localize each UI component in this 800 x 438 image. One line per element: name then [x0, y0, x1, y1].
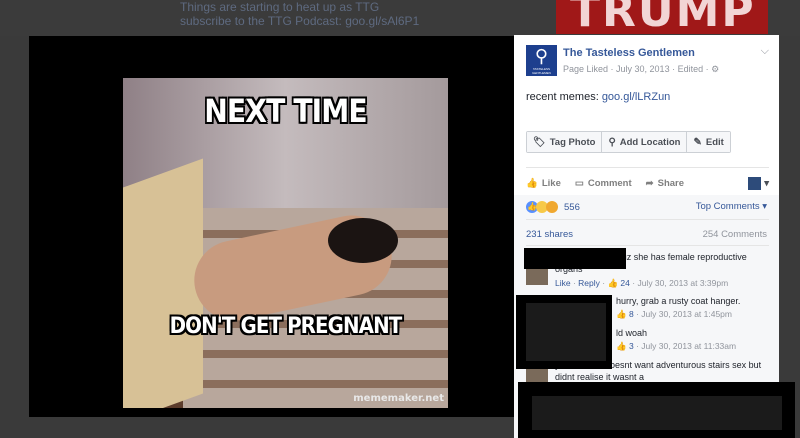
reactions-summary[interactable]: 👍 556: [526, 201, 580, 213]
add-location-button[interactable]: ⚲ Add Location: [602, 132, 688, 152]
photo-actions: 🏷 Tag Photo ⚲ Add Location ✎ Edit: [526, 131, 731, 153]
caption-link[interactable]: goo.gl/lLRZun: [602, 91, 671, 103]
tag-photo-label: Tag Photo: [549, 136, 596, 148]
like-count-icon: 👍: [607, 278, 619, 288]
top-comments-dropdown[interactable]: Top Comments ▾: [696, 201, 767, 212]
comment-like-count: 24: [620, 278, 630, 288]
background-line-1: Things are starting to heat up as TTG: [180, 0, 380, 14]
photo-railing: [123, 158, 203, 408]
like-count-icon: 👍: [616, 341, 627, 351]
comment-time[interactable]: July 30, 2013 at 1:45pm: [641, 309, 732, 319]
redaction-box: [524, 248, 626, 269]
post-meta: Page Liked · July 30, 2013 · Edited · ⚙: [563, 64, 719, 75]
like-label: Like: [541, 177, 561, 189]
comment-meta: Like · Reply · 👍 24 · July 30, 2013 at 3…: [555, 278, 729, 288]
comment-time[interactable]: July 30, 2013 at 3:39pm: [637, 278, 728, 288]
divider: [526, 219, 769, 220]
comment-button[interactable]: ▭ Comment: [575, 178, 632, 189]
post-header: ⚲ TASTELESS GENTLEMEN The Tasteless Gent…: [526, 45, 769, 79]
comment-time[interactable]: July 30, 2013 at 11:33am: [641, 341, 736, 351]
share-icon: ➦: [645, 177, 654, 189]
caret-down-icon[interactable]: ▾: [764, 178, 769, 189]
reaction-count: 556: [564, 201, 580, 213]
redaction-box: [518, 382, 795, 438]
gear-icon[interactable]: ⚙: [711, 64, 719, 74]
comment-meta: 👍 8 · July 30, 2013 at 1:45pm: [616, 309, 732, 319]
edit-button[interactable]: ✎ Edit: [687, 132, 730, 152]
banner-text: TRUMP: [570, 0, 756, 34]
shares-link[interactable]: 231 shares: [526, 229, 573, 240]
tag-icon: 🏷: [533, 136, 546, 148]
meme-watermark: mememaker.net: [353, 393, 444, 404]
post-side-panel: ⚲ TASTELESS GENTLEMEN The Tasteless Gent…: [514, 35, 779, 438]
comment-text: hurry, grab a rusty coat hanger.: [616, 296, 741, 306]
comment-reply-link[interactable]: Reply: [578, 278, 600, 288]
divider: [526, 245, 769, 246]
meme-bottom-text: DON'T GET PREGNANT: [169, 314, 403, 339]
like-button[interactable]: 👍 Like: [526, 178, 561, 189]
background-post-text: Things are starting to heat up as TTG su…: [180, 0, 419, 28]
comment-label: Comment: [587, 177, 632, 189]
comment-text: ld woah: [616, 328, 648, 338]
comment-meta: 👍 3 · July 30, 2013 at 11:33am: [616, 341, 737, 351]
background-line-2: subscribe to the TTG Podcast: goo.gl/sAl…: [180, 14, 420, 28]
meme-photo[interactable]: NEXT TIME DON'T GET PREGNANT mememaker.n…: [123, 78, 448, 408]
post-caption: recent memes: goo.gl/lLRZun: [526, 91, 670, 103]
share-button[interactable]: ➦ Share: [646, 178, 684, 189]
divider: [526, 167, 769, 168]
thumbs-up-icon: 👍: [526, 177, 538, 189]
comment-icon: ▭: [574, 177, 584, 189]
gentlemen-logo-icon: ⚲: [534, 46, 549, 66]
logo-text: TASTELESS GENTLEMEN: [532, 67, 551, 75]
like-count-icon: 👍: [616, 309, 627, 319]
page-logo[interactable]: ⚲ TASTELESS GENTLEMEN: [526, 45, 557, 76]
redaction-box-inner: [532, 396, 782, 430]
comment-like-count: 8: [628, 309, 634, 319]
background-banner: TRUMP: [556, 0, 768, 34]
photo-hair: [328, 218, 398, 263]
redaction-box-inner: [526, 303, 606, 361]
pencil-icon: ✎: [693, 136, 702, 148]
wow-reaction-icon: [546, 201, 558, 213]
chevron-down-icon[interactable]: ⌵: [761, 45, 769, 58]
comment-like-count: 3: [628, 341, 634, 351]
comments-count: 254 Comments: [702, 229, 767, 240]
post-meta-text: Page Liked · July 30, 2013 · Edited ·: [563, 64, 709, 74]
location-icon: ⚲: [608, 136, 616, 148]
add-location-label: Add Location: [619, 136, 681, 148]
tag-photo-button[interactable]: 🏷 Tag Photo: [527, 132, 603, 152]
caption-text: recent memes:: [526, 91, 602, 103]
edit-label: Edit: [705, 136, 724, 148]
meme-top-text: NEXT TIME: [204, 92, 367, 130]
comment-like-link[interactable]: Like: [555, 278, 571, 288]
share-label: Share: [657, 177, 685, 189]
like-comment-share-bar: 👍 Like ▭ Comment ➦ Share ▾: [526, 175, 769, 191]
viewer-avatar[interactable]: [748, 176, 762, 190]
page-name-link[interactable]: The Tasteless Gentlemen: [563, 47, 695, 59]
photo-viewer: NEXT TIME DON'T GET PREGNANT mememaker.n…: [29, 36, 514, 417]
